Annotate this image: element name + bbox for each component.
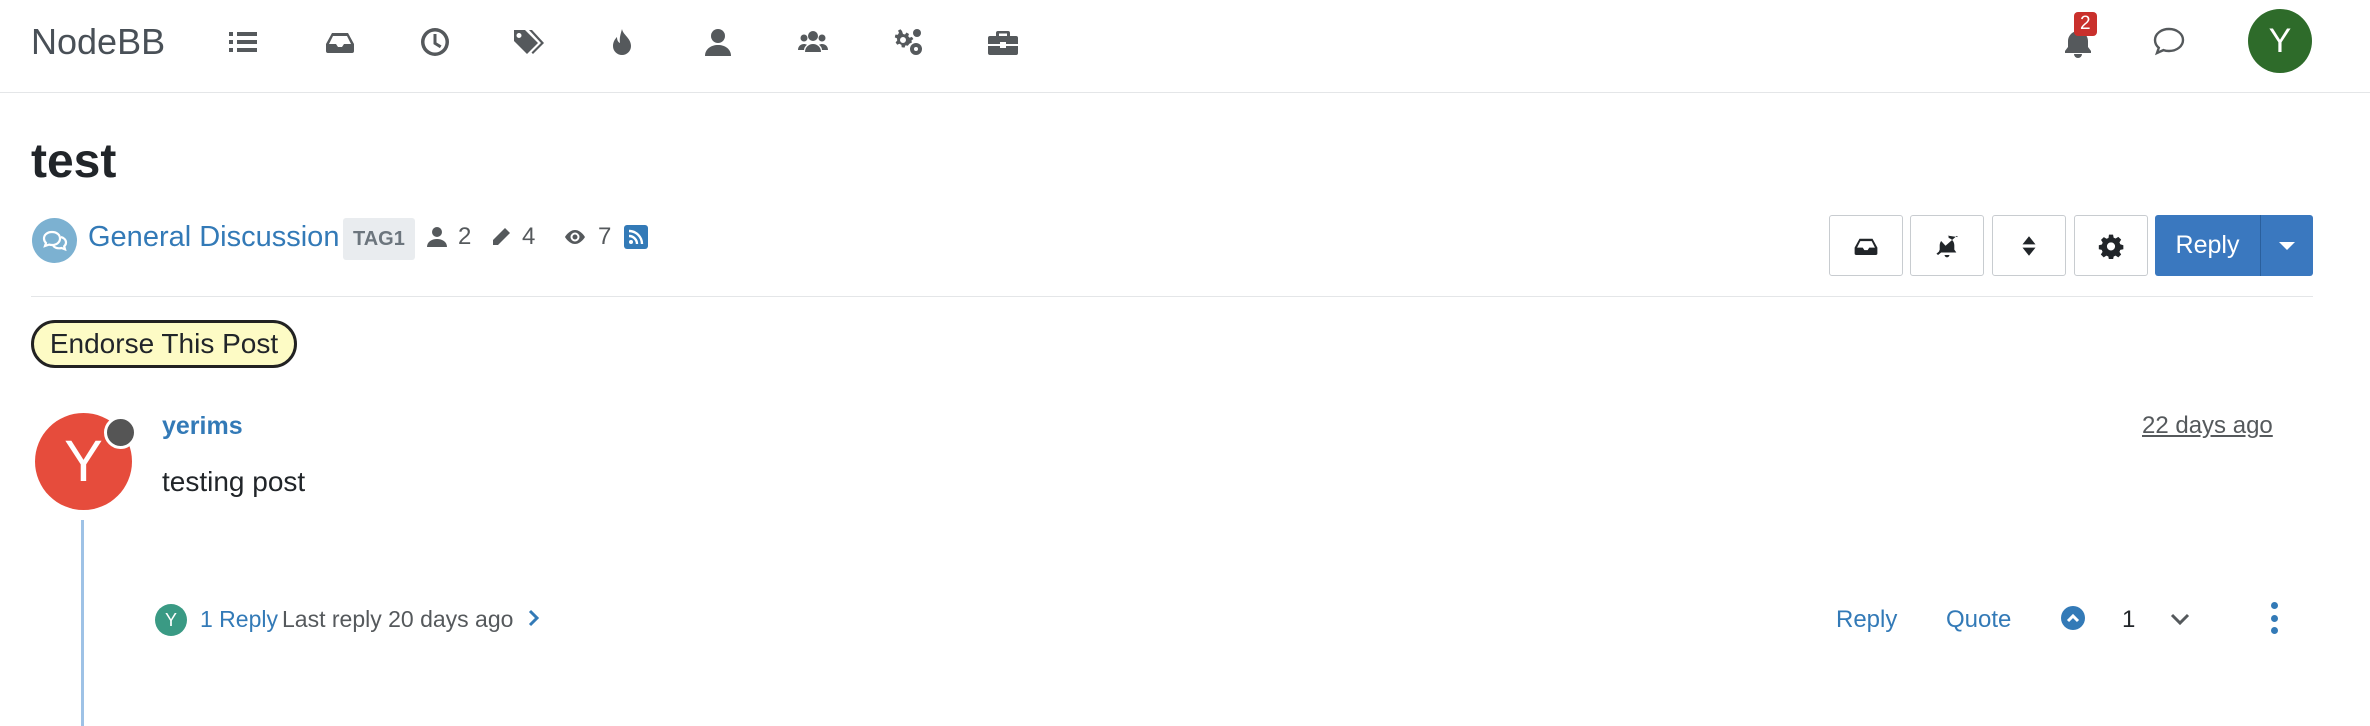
cogs-icon[interactable]	[888, 22, 928, 62]
notifications-button[interactable]: 2	[2058, 12, 2098, 62]
chat-icon	[2153, 27, 2185, 56]
post-reply-link[interactable]: Reply	[1836, 606, 1897, 634]
reply-dropdown-button[interactable]	[2261, 215, 2313, 276]
topic-title: test	[31, 135, 117, 188]
reply-button[interactable]: Reply	[2155, 215, 2261, 276]
posts-count: 4	[522, 223, 536, 250]
notifications-badge: 2	[2074, 12, 2097, 36]
views-count: 7	[598, 223, 612, 250]
post-content: testing post	[162, 466, 306, 497]
downvote-icon[interactable]	[2169, 608, 2193, 632]
last-reply-text[interactable]: Last reply 20 days ago	[282, 606, 513, 633]
chat-button[interactable]	[2152, 24, 2188, 60]
comments-icon	[42, 230, 67, 251]
tags-icon[interactable]	[508, 22, 548, 62]
list-icon[interactable]	[223, 22, 263, 62]
watch-button[interactable]	[1910, 215, 1984, 276]
user-icon[interactable]	[698, 22, 738, 62]
bell-slash-icon	[1936, 234, 1959, 257]
pencil-icon	[493, 228, 510, 245]
thread-line	[81, 520, 84, 726]
clock-icon[interactable]	[415, 22, 455, 62]
post-menu-button[interactable]	[2268, 602, 2280, 634]
fire-icon[interactable]	[602, 22, 642, 62]
kebab-icon	[2270, 602, 2278, 609]
views-stat: 7	[562, 223, 611, 251]
category-icon	[32, 218, 77, 263]
replies-link[interactable]: 1 Reply	[200, 606, 278, 633]
upvote-icon[interactable]	[2061, 606, 2085, 630]
sort-icon	[2022, 235, 2036, 256]
posters-stat: 2	[426, 223, 471, 251]
brand-logo[interactable]: NodeBB	[31, 21, 165, 63]
top-navbar: NodeBB 2 Y	[0, 0, 2370, 93]
users-icon[interactable]	[793, 22, 833, 62]
chevron-right-icon[interactable]	[526, 608, 544, 630]
divider	[31, 296, 2313, 297]
eye-icon	[565, 230, 585, 244]
caret-down-icon	[2279, 241, 2295, 250]
topic-tools-button[interactable]	[2074, 215, 2148, 276]
mark-unread-button[interactable]	[1829, 215, 1903, 276]
sort-button[interactable]	[1992, 215, 2066, 276]
inbox-icon[interactable]	[320, 22, 360, 62]
rss-icon[interactable]	[624, 225, 648, 249]
user-icon	[427, 227, 447, 247]
inbox-icon	[1854, 238, 1878, 255]
posters-count: 2	[458, 223, 472, 250]
posts-stat: 4	[490, 223, 535, 251]
briefcase-icon[interactable]	[983, 22, 1023, 62]
post-timestamp[interactable]: 22 days ago	[2142, 412, 2273, 440]
reply-avatar[interactable]: Y	[155, 604, 187, 636]
gear-icon	[2098, 234, 2124, 259]
vote-count[interactable]: 1	[2122, 606, 2135, 634]
user-avatar[interactable]: Y	[2248, 9, 2312, 73]
offline-status-icon	[104, 416, 137, 449]
topic-tag[interactable]: TAG1	[343, 218, 415, 260]
post-author-link[interactable]: yerims	[162, 412, 243, 441]
category-link[interactable]: General Discussion	[88, 221, 339, 254]
endorse-button[interactable]: Endorse This Post	[31, 320, 297, 368]
post-quote-link[interactable]: Quote	[1946, 606, 2011, 634]
